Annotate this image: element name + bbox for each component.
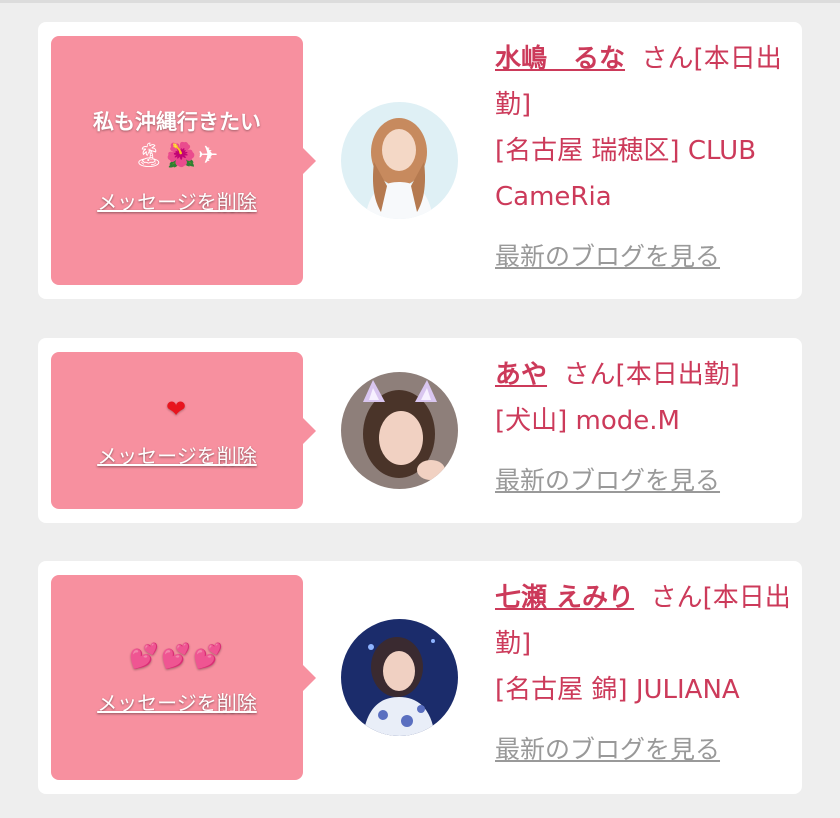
message-text: 私も沖縄行きたい [93, 110, 261, 134]
cast-info: あや さん[本日出勤] [犬山] mode.M 最新のブログを見る [495, 352, 791, 504]
message-bubble: 私も沖縄行きたい 🏝🌺✈ メッセージを削除 [51, 36, 316, 285]
message-card: 💕💕💕 メッセージを削除 七瀬 えみり さん[本日出勤] [名古屋 錦] JUL… [38, 561, 802, 794]
message-bubble: ❤ メッセージを削除 [51, 352, 316, 509]
message-card: 私も沖縄行きたい 🏝🌺✈ メッセージを削除 水嶋 るな さん[本日出勤] [名古… [38, 22, 802, 299]
message-bubble: 💕💕💕 メッセージを削除 [51, 575, 316, 780]
heart-icon: ❤ [165, 395, 189, 423]
cast-name-link[interactable]: 七瀬 えみり [495, 583, 634, 613]
cast-info: 七瀬 えみり さん[本日出勤] [名古屋 錦] JULIANA 最新のブログを見… [495, 575, 791, 773]
message-card: ❤ メッセージを削除 あや さん[本日出勤] [犬山] mode.M 最新のブロ… [38, 338, 802, 523]
delete-message-link[interactable]: メッセージを削除 [97, 186, 257, 215]
avatar[interactable] [341, 372, 458, 489]
blog-link[interactable]: 最新のブログを見る [495, 234, 791, 280]
blog-link[interactable]: 最新のブログを見る [495, 727, 791, 773]
delete-message-link[interactable]: メッセージを削除 [97, 440, 257, 469]
emoji-row: 🏝🌺✈ [133, 141, 221, 169]
blog-link[interactable]: 最新のブログを見る [495, 458, 791, 504]
shop-name: [犬山] mode.M [495, 406, 680, 436]
cast-name-link[interactable]: 水嶋 るな [495, 44, 625, 74]
cast-status: さん[本日出勤] [563, 360, 740, 390]
hearts-icon: 💕💕💕 [129, 642, 225, 670]
shop-name: [名古屋 錦] JULIANA [495, 675, 740, 705]
avatar[interactable] [341, 102, 458, 219]
top-divider [0, 0, 840, 3]
cast-info: 水嶋 るな さん[本日出勤] [名古屋 瑞穂区] CLUB CameRia 最新… [495, 36, 791, 280]
cast-name-link[interactable]: あや [495, 360, 547, 390]
delete-message-link[interactable]: メッセージを削除 [97, 687, 257, 716]
avatar[interactable] [341, 619, 458, 736]
shop-name: [名古屋 瑞穂区] CLUB CameRia [495, 136, 757, 212]
